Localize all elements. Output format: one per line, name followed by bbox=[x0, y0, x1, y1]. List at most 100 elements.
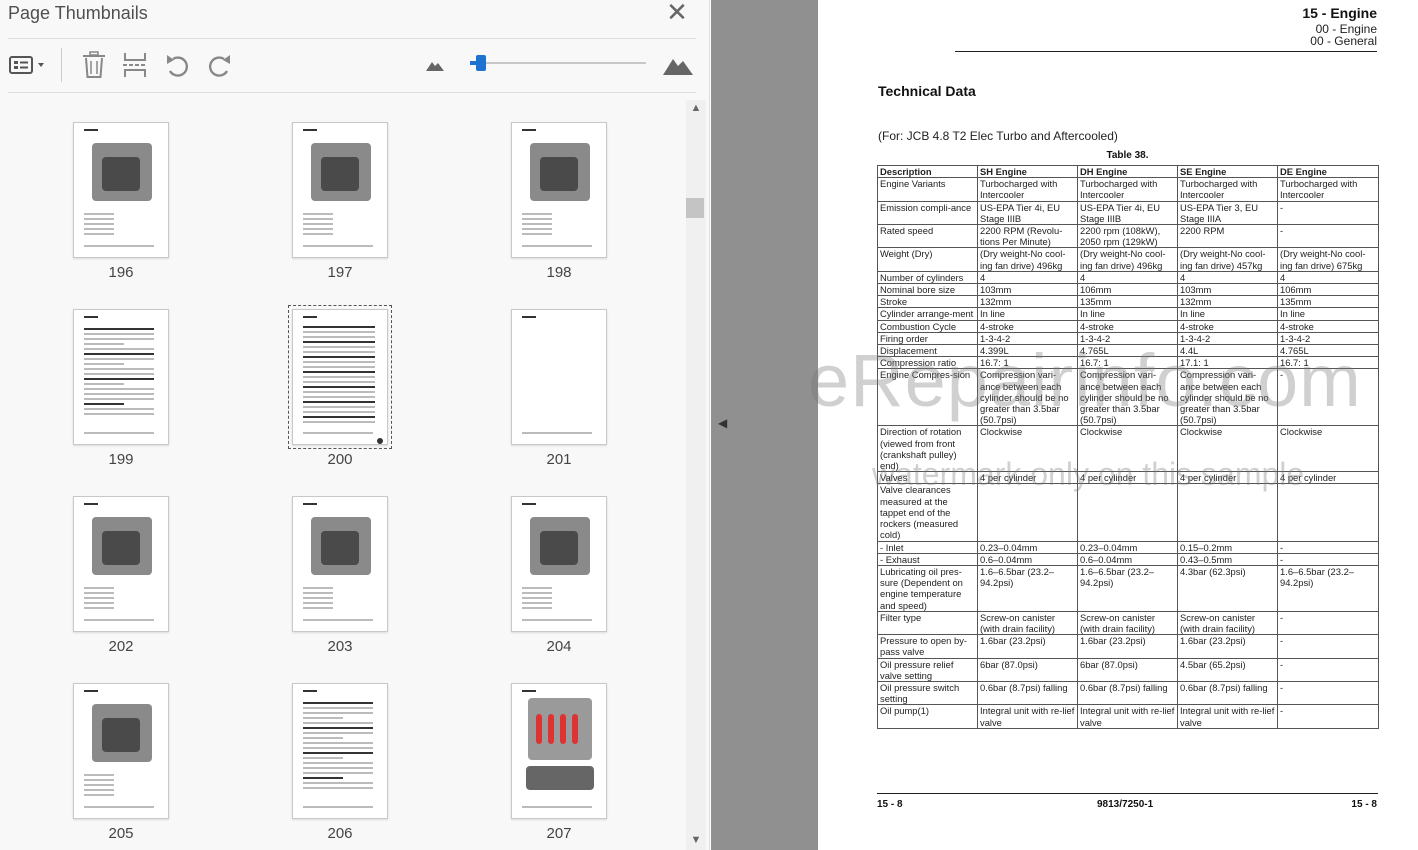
thumbnail-text-line bbox=[84, 408, 154, 410]
table-cell: 135mm bbox=[1077, 295, 1178, 309]
table-caption: Table 38. bbox=[1106, 150, 1149, 161]
page-thumbnail[interactable] bbox=[73, 122, 169, 258]
table-header-cell: SE Engine bbox=[1177, 164, 1278, 179]
table-row: Valve clearances measured at the tappet … bbox=[877, 483, 1379, 542]
scroll-down-icon[interactable]: ▼ bbox=[686, 834, 706, 850]
extract-pages-icon bbox=[123, 53, 147, 77]
table-cell: Clockwise bbox=[1177, 425, 1278, 473]
thumbnail-options-button[interactable] bbox=[6, 48, 52, 82]
page-thumbnail[interactable] bbox=[511, 309, 607, 445]
thumbnail-text-line bbox=[84, 602, 114, 604]
thumbnail-text-line bbox=[303, 587, 333, 589]
thumbnail-text-line bbox=[303, 356, 375, 358]
table-cell: Number of cylinders bbox=[877, 270, 978, 285]
page-thumbnail[interactable] bbox=[73, 683, 169, 819]
rotate-counterclockwise-icon bbox=[167, 55, 189, 77]
table-row: Number of cylinders 4 4 4 4 bbox=[877, 270, 1379, 285]
thumbnail-page-number: 202 bbox=[108, 638, 134, 655]
thumbnail-text-line bbox=[303, 747, 373, 749]
thumbnail-page-number: 198 bbox=[546, 264, 572, 281]
rotate-counterclockwise-button[interactable] bbox=[161, 48, 195, 82]
table-cell: 1-3-4-2 bbox=[1077, 331, 1178, 346]
page-thumbnail[interactable] bbox=[511, 496, 607, 632]
table-cell: 4.765L bbox=[1277, 344, 1379, 358]
thumbnail-text-line bbox=[303, 732, 373, 734]
table-cell bbox=[977, 483, 1078, 542]
thumbnail-figure bbox=[102, 718, 140, 752]
table-cell: Oil pressure switch setting bbox=[877, 680, 978, 706]
page-thumbnail[interactable] bbox=[511, 122, 607, 258]
page-thumbnails-panel: Page Thumbnails ✕ 196 197 198 199 200 20… bbox=[0, 0, 710, 850]
table-cell: 2200 rpm (108kW), 2050 rpm (129kW) bbox=[1077, 224, 1178, 249]
thumbnail-text-line bbox=[303, 316, 317, 318]
thumbnail-text-line bbox=[303, 386, 375, 388]
collapse-panel-icon[interactable]: ◀ bbox=[718, 416, 727, 430]
table-cell bbox=[1077, 483, 1178, 542]
page-thumbnail[interactable] bbox=[288, 305, 392, 449]
thumbnail-page-number: 206 bbox=[327, 825, 353, 842]
table-cell: Clockwise bbox=[1277, 425, 1379, 473]
table-cell: 2200 RPM bbox=[1177, 224, 1278, 249]
scroll-up-icon[interactable]: ▲ bbox=[686, 102, 706, 118]
thumbnail-text-line bbox=[84, 587, 114, 589]
extract-pages-button[interactable] bbox=[118, 48, 152, 82]
page-thumbnail[interactable] bbox=[73, 496, 169, 632]
table-cell: Oil pressure relief valve setting bbox=[877, 657, 978, 682]
header-subsection: 00 - General bbox=[1310, 34, 1377, 48]
table-cell: - bbox=[1277, 704, 1379, 729]
slider-knob[interactable] bbox=[476, 55, 487, 71]
page-thumbnail[interactable] bbox=[292, 122, 388, 258]
page-thumbnail[interactable] bbox=[292, 683, 388, 819]
thumbnail-text-line bbox=[84, 333, 154, 335]
thumbnail-text-line bbox=[522, 129, 536, 131]
table-cell: Integral unit with re-lief valve bbox=[977, 704, 1078, 729]
delete-pages-button[interactable] bbox=[78, 48, 110, 82]
thumbnail-text-line bbox=[303, 782, 373, 784]
table-cell: 17.1: 1 bbox=[1177, 356, 1278, 370]
table-cell: 4 bbox=[1077, 270, 1178, 285]
table-cell bbox=[1177, 483, 1278, 542]
thumbnail-text-line bbox=[84, 403, 124, 405]
table-cell: Lubricating oil pres-sure (Dependent on … bbox=[877, 564, 978, 612]
page-thumbnail[interactable] bbox=[73, 309, 169, 445]
table-cell: 103mm bbox=[977, 283, 1078, 297]
thumbnail-text-line bbox=[84, 388, 154, 390]
table-cell: In line bbox=[1077, 307, 1178, 321]
thumbnail-page-number: 203 bbox=[327, 638, 353, 655]
table-cell: 4 per cylinder bbox=[977, 471, 1078, 485]
table-cell: 6bar (87.0psi) bbox=[1077, 657, 1178, 682]
thumbnail-text-line bbox=[303, 245, 373, 247]
thumbnail-text-line bbox=[522, 316, 536, 318]
delete-pages-icon bbox=[83, 51, 105, 78]
table-header-cell: DH Engine bbox=[1077, 164, 1178, 179]
table-header-cell: SH Engine bbox=[977, 164, 1078, 179]
thumbnail-text-line bbox=[303, 411, 375, 413]
zoom-in-thumbnails-button[interactable] bbox=[660, 48, 696, 82]
thumbnail-text-line bbox=[522, 592, 552, 594]
rotate-clockwise-button[interactable] bbox=[202, 48, 236, 82]
thumbnail-text-line bbox=[303, 767, 373, 769]
table-row: Combustion Cycle 4-stroke 4-stroke 4-stroke… bbox=[877, 319, 1379, 333]
thumbnail-text-line bbox=[84, 353, 154, 355]
scrollbar-thumb[interactable] bbox=[686, 198, 704, 218]
table-cell: 0.6bar (8.7psi) falling bbox=[1077, 680, 1178, 706]
thumbnail-text-line bbox=[84, 228, 114, 230]
table-cell: Oil pump(1) bbox=[877, 704, 978, 729]
table-cell: 103mm bbox=[1177, 283, 1278, 297]
thumbnail-text-line bbox=[522, 218, 552, 220]
zoom-out-thumbnails-button[interactable] bbox=[422, 48, 448, 82]
thumbnail-figure bbox=[536, 714, 542, 744]
page-thumbnail[interactable] bbox=[511, 683, 607, 819]
table-cell: 106mm bbox=[1277, 283, 1379, 297]
thumbnail-text-line bbox=[303, 346, 375, 348]
table-cell: - bbox=[1277, 200, 1379, 226]
close-icon[interactable]: ✕ bbox=[664, 0, 690, 26]
table-cell: - bbox=[1277, 634, 1379, 659]
page-thumbnail[interactable] bbox=[292, 496, 388, 632]
table-cell: Engine Variants bbox=[877, 177, 978, 202]
table-cell: Pressure to open by-pass valve bbox=[877, 634, 978, 659]
thumbnail-size-slider[interactable] bbox=[470, 55, 646, 71]
table-cell: 1.6bar (23.2psi) bbox=[1077, 634, 1178, 659]
vertical-scrollbar[interactable]: ▲ ▼ bbox=[686, 100, 706, 850]
table-cell: 4 per cylinder bbox=[1177, 471, 1278, 485]
